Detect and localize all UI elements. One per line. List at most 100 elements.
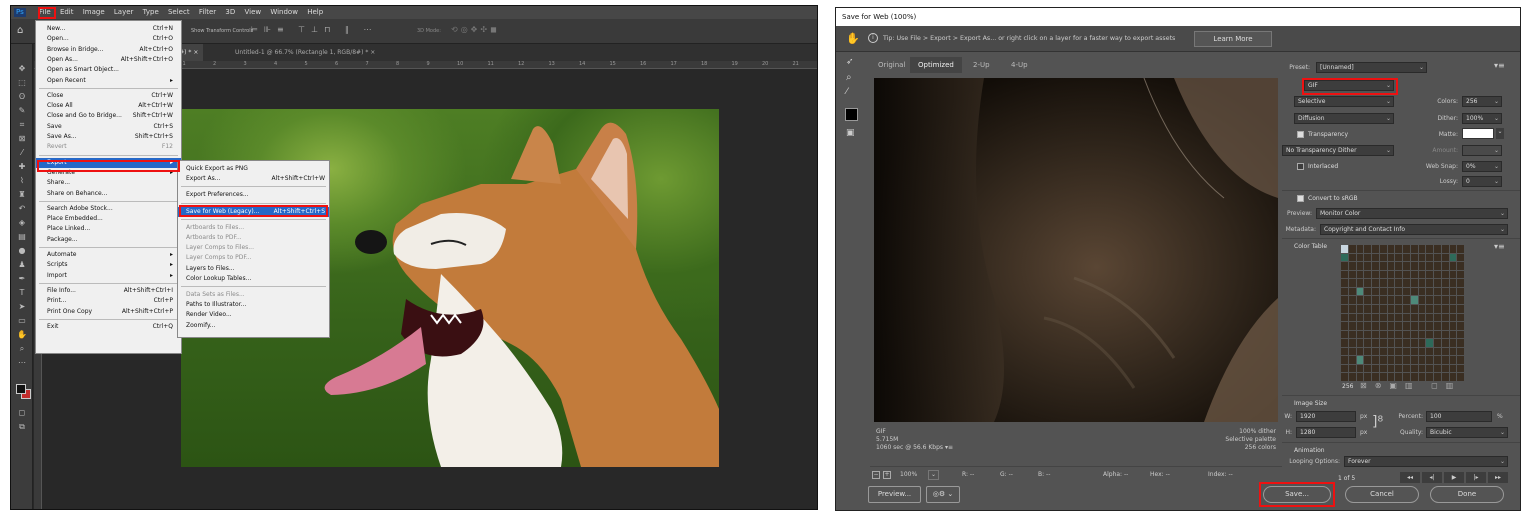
file-menu-item-new[interactable]: New... Ctrl+N	[36, 24, 181, 34]
eraser-tool-icon[interactable]: ◈	[16, 218, 28, 228]
color-swatch[interactable]	[1441, 347, 1449, 356]
color-swatch[interactable]	[1387, 279, 1395, 287]
color-swatch[interactable]	[1395, 270, 1402, 279]
color-swatch[interactable]	[1372, 364, 1379, 373]
color-swatch[interactable]	[1457, 339, 1464, 347]
color-swatch[interactable]	[1434, 356, 1441, 364]
color-swatch[interactable]	[1372, 347, 1379, 356]
color-swatch[interactable]	[1418, 313, 1426, 322]
color-swatch[interactable]	[1356, 279, 1364, 287]
color-swatch[interactable]	[1356, 373, 1364, 381]
color-swatch[interactable]	[1348, 322, 1356, 330]
export-menu-item-render-video[interactable]: Render Video...	[178, 310, 329, 320]
color-swatch[interactable]	[1457, 304, 1464, 313]
color-swatch[interactable]	[1387, 364, 1395, 373]
color-swatch[interactable]	[1434, 347, 1441, 356]
color-swatch[interactable]	[1379, 245, 1387, 253]
interlaced-checkbox[interactable]	[1297, 163, 1304, 170]
color-swatch[interactable]	[1410, 313, 1418, 322]
color-swatch[interactable]	[1341, 262, 1348, 270]
color-swatch[interactable]	[1441, 279, 1449, 287]
color-swatch[interactable]	[1387, 347, 1395, 356]
transform-controls-label[interactable]: Show Transform Controls	[191, 28, 253, 34]
color-swatch[interactable]	[1449, 339, 1457, 347]
color-swatch[interactable]	[1364, 253, 1371, 262]
color-swatch[interactable]	[1434, 287, 1441, 296]
color-swatch[interactable]	[1387, 270, 1395, 279]
export-menu-item-artboards-to-files[interactable]: Artboards to Files...	[178, 223, 329, 233]
color-swatch[interactable]	[1372, 245, 1379, 253]
color-swatch[interactable]	[1441, 322, 1449, 330]
height-input[interactable]: 1280	[1296, 427, 1356, 438]
file-menu-item-share[interactable]: Share...	[36, 178, 181, 188]
color-swatch[interactable]	[1356, 313, 1364, 322]
color-swatch[interactable]	[1418, 296, 1426, 304]
color-swatch[interactable]	[1457, 373, 1464, 381]
zoom-icon[interactable]: ⌕	[846, 72, 852, 83]
color-swatch[interactable]	[1348, 287, 1356, 296]
color-swatch[interactable]	[1395, 253, 1402, 262]
color-swatch[interactable]	[1379, 253, 1387, 262]
color-swatch[interactable]	[1441, 313, 1449, 322]
home-icon[interactable]: ⌂	[17, 25, 23, 36]
color-swatch[interactable]	[1410, 287, 1418, 296]
color-swatch[interactable]	[1441, 364, 1449, 373]
color-swatch[interactable]	[1441, 245, 1449, 253]
color-swatch[interactable]	[1379, 304, 1387, 313]
color-swatch[interactable]	[1434, 245, 1441, 253]
screen-mode-icon[interactable]: ⧉	[16, 422, 28, 432]
color-swatch[interactable]	[1372, 253, 1379, 262]
color-swatch[interactable]	[1410, 270, 1418, 279]
export-menu-item-zoomify[interactable]: Zoomify...	[178, 321, 329, 331]
file-menu-item-open-as[interactable]: Open As... Alt+Shift+Ctrl+O	[36, 55, 181, 65]
color-swatch[interactable]	[1410, 364, 1418, 373]
color-swatch[interactable]	[1379, 330, 1387, 339]
color-swatch[interactable]	[1372, 262, 1379, 270]
quick-select-tool-icon[interactable]: ✎	[16, 106, 28, 116]
color-swatch[interactable]	[1403, 322, 1410, 330]
color-swatch[interactable]	[1426, 373, 1433, 381]
color-swatch[interactable]	[1348, 364, 1356, 373]
color-swatch[interactable]	[1441, 356, 1449, 364]
color-swatch[interactable]	[1356, 304, 1364, 313]
color-swatch[interactable]	[1379, 279, 1387, 287]
color-swatch[interactable]	[1395, 347, 1402, 356]
marquee-tool-icon[interactable]: ⬚	[16, 78, 28, 88]
color-swatch[interactable]	[1341, 322, 1348, 330]
transparency-dither-select[interactable]: No Transparency Dither ⌄	[1282, 145, 1394, 156]
color-swatch[interactable]	[1434, 304, 1441, 313]
color-swatch[interactable]	[1395, 330, 1402, 339]
color-swatch[interactable]	[1426, 304, 1433, 313]
color-swatch[interactable]	[1426, 330, 1433, 339]
color-swatch[interactable]	[1341, 373, 1348, 381]
file-menu-item-close-and-go-to-bridge[interactable]: Close and Go to Bridge... Shift+Ctrl+W	[36, 111, 181, 121]
color-swatch[interactable]	[1348, 313, 1356, 322]
transparency-checkbox[interactable]	[1297, 131, 1304, 138]
document-tab-2[interactable]: Untitled-1 @ 66.7% (Rectangle 1, RGB/8#)…	[230, 44, 380, 61]
file-menu-item-print-one-copy[interactable]: Print One Copy Alt+Shift+Ctrl+P	[36, 307, 181, 317]
color-swatch[interactable]	[1403, 347, 1410, 356]
color-swatch[interactable]	[1364, 322, 1371, 330]
color-swatch[interactable]	[1426, 262, 1433, 270]
color-swatch[interactable]	[1449, 330, 1457, 339]
color-swatch[interactable]	[1364, 279, 1371, 287]
menu-layer[interactable]: Layer	[114, 6, 134, 19]
color-swatch[interactable]	[1418, 339, 1426, 347]
color-swatch[interactable]	[1426, 270, 1433, 279]
tab-optimized[interactable]: Optimized	[910, 57, 962, 73]
color-swatch[interactable]	[1356, 364, 1364, 373]
color-swatch[interactable]	[1449, 356, 1457, 364]
color-swatch[interactable]	[1341, 347, 1348, 356]
percent-input[interactable]: 100	[1426, 411, 1492, 422]
color-swatch[interactable]	[1410, 339, 1418, 347]
color-swatch[interactable]	[1387, 304, 1395, 313]
lossy-input[interactable]: 0 ⌄	[1462, 176, 1502, 187]
export-menu-item-artboards-to-pdf[interactable]: Artboards to PDF...	[178, 233, 329, 243]
file-menu-item-package[interactable]: Package...	[36, 235, 181, 245]
color-swatch[interactable]	[1348, 356, 1356, 364]
color-swatch[interactable]	[1434, 322, 1441, 330]
menu-select[interactable]: Select	[168, 6, 190, 19]
eyedropper-color-swatch[interactable]	[845, 108, 858, 121]
color-swatch[interactable]	[1387, 296, 1395, 304]
eyedropper-tool-icon[interactable]: ⁄	[16, 148, 28, 158]
